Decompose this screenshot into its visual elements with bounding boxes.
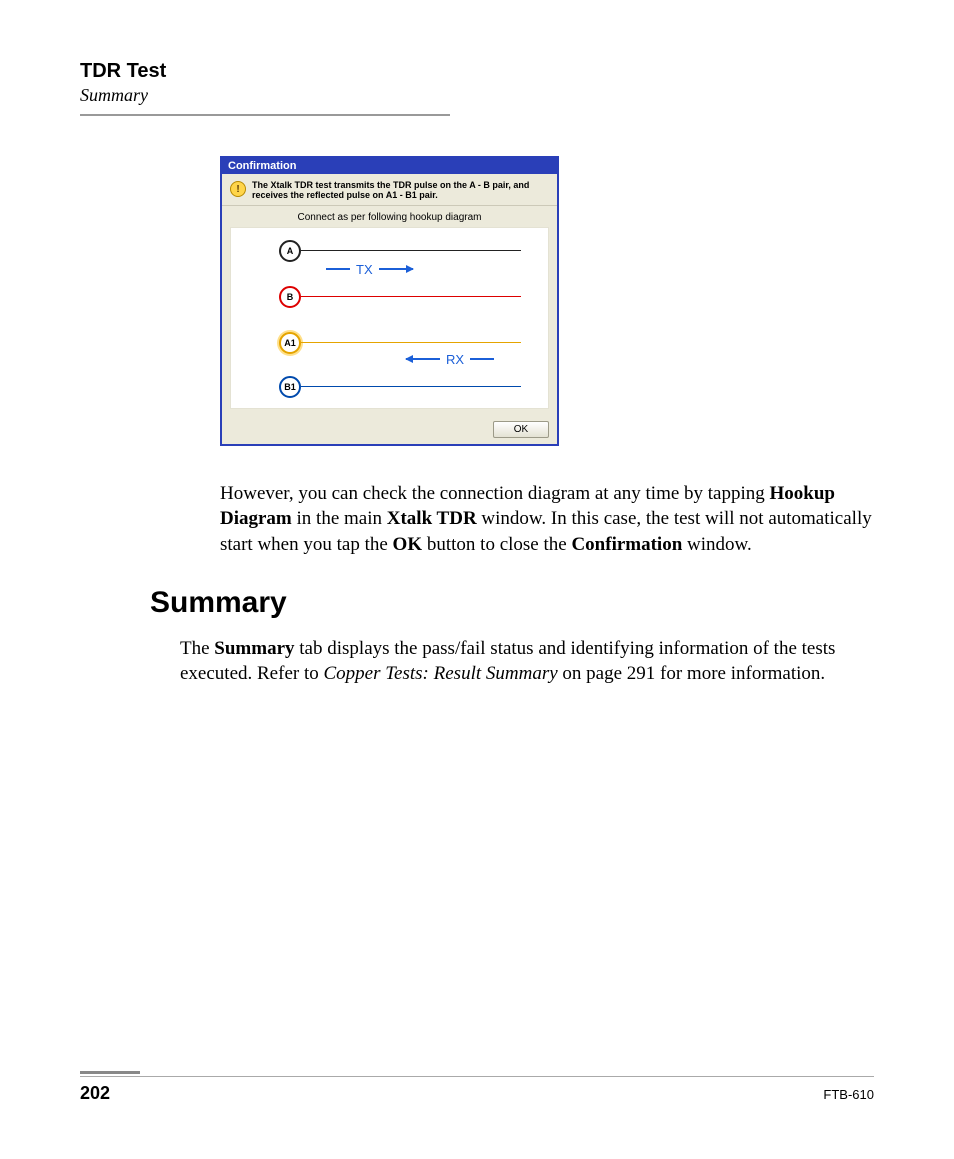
node-a1: A1 bbox=[279, 332, 301, 354]
rx-label: RX bbox=[406, 352, 494, 367]
paragraph-2: The Summary tab displays the pass/fail s… bbox=[180, 636, 874, 687]
page-number: 202 bbox=[80, 1083, 110, 1104]
header-title: TDR Test bbox=[80, 60, 874, 83]
header-subtitle: Summary bbox=[80, 85, 874, 106]
dialog-info-text: The Xtalk TDR test transmits the TDR pul… bbox=[252, 180, 549, 201]
section-heading-summary: Summary bbox=[150, 586, 874, 620]
wire-b bbox=[301, 296, 521, 297]
paragraph-1: However, you can check the connection di… bbox=[220, 481, 874, 558]
page-footer: 202 FTB-610 bbox=[80, 1071, 874, 1104]
tx-label: TX bbox=[326, 262, 413, 277]
node-b1: B1 bbox=[279, 376, 301, 398]
node-b: B bbox=[279, 286, 301, 308]
wire-a bbox=[301, 250, 521, 251]
header-rule bbox=[80, 114, 450, 116]
dialog-instruction: Connect as per following hookup diagram bbox=[222, 206, 557, 227]
dialog-title: Confirmation bbox=[222, 158, 557, 174]
footer-model: FTB-610 bbox=[823, 1087, 874, 1102]
confirmation-dialog: Confirmation ! The Xtalk TDR test transm… bbox=[220, 156, 559, 446]
wire-b1 bbox=[301, 386, 521, 387]
warning-icon: ! bbox=[230, 181, 246, 197]
ok-button[interactable]: OK bbox=[493, 421, 549, 438]
wire-a1 bbox=[301, 342, 521, 343]
node-a: A bbox=[279, 240, 301, 262]
hookup-diagram: A B TX A1 B1 RX bbox=[230, 227, 549, 409]
